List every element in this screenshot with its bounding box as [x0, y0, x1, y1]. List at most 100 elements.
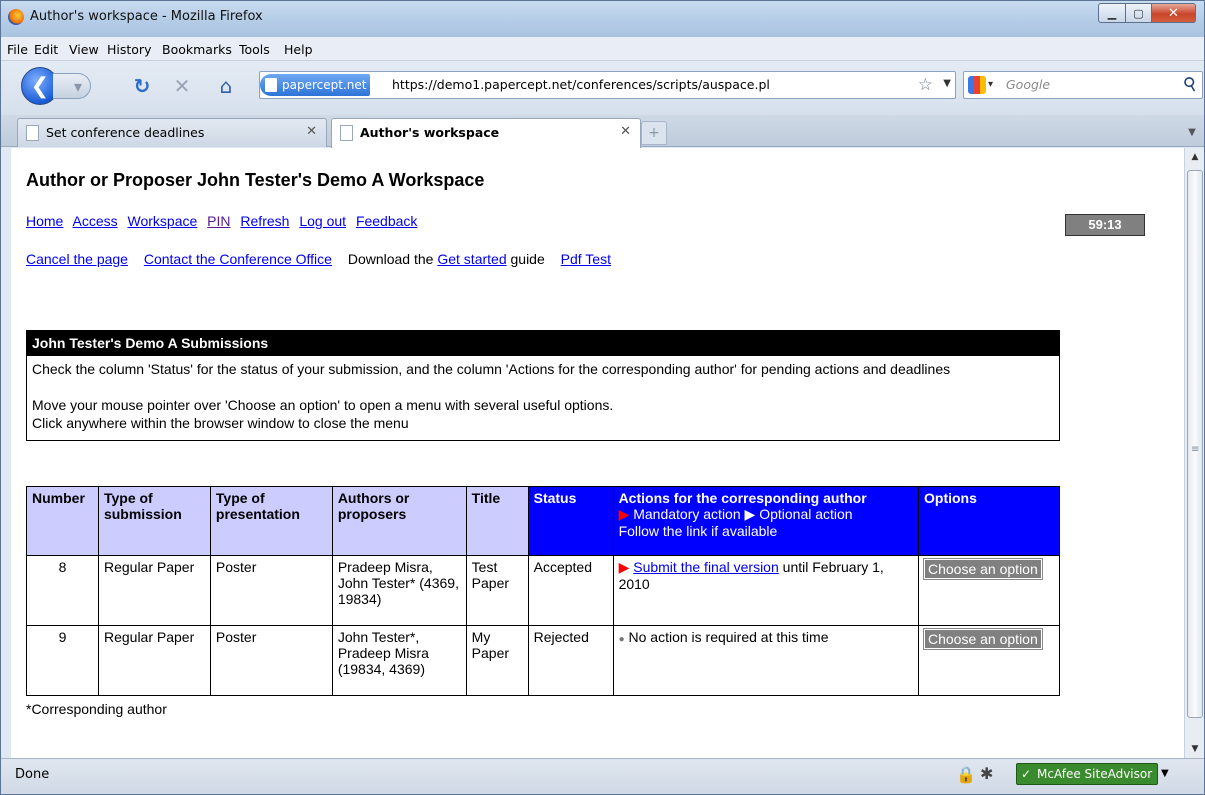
close-button[interactable]: ✕ — [1152, 3, 1196, 23]
menu-help[interactable]: Help — [284, 42, 313, 57]
tab-set-conference-deadlines[interactable]: Set conference deadlines ✕ — [17, 118, 327, 147]
forward-dropdown-icon: ▾ — [73, 76, 82, 96]
cell-authors: John Tester*, Pradeep Misra (19834, 4369… — [331, 625, 467, 696]
tab-list-dropdown-icon[interactable]: ▼ — [1182, 121, 1202, 145]
site-identity-badge[interactable]: papercept.net — [260, 74, 371, 96]
panel-header: John Tester's Demo A Submissions — [27, 331, 1059, 356]
submissions-panel: John Tester's Demo A Submissions Check t… — [26, 330, 1060, 441]
scroll-up-icon[interactable]: ▲ — [1185, 148, 1204, 166]
cell-number: 9 — [26, 625, 99, 696]
search-icon[interactable]: ⚲ — [1179, 72, 1201, 97]
minimize-button[interactable]: ▁ — [1098, 3, 1126, 23]
tab-bar: Set conference deadlines ✕ Author's work… — [1, 115, 1204, 148]
link-logout[interactable]: Log out — [299, 213, 346, 229]
menu-view[interactable]: View — [69, 42, 99, 57]
tab-authors-workspace[interactable]: Author's workspace ✕ — [331, 118, 641, 148]
link-workspace[interactable]: Workspace — [128, 213, 198, 229]
link-contact-office[interactable]: Contact the Conference Office — [144, 251, 332, 267]
new-tab-button[interactable]: + — [641, 121, 667, 145]
cell-authors: Pradeep Misra, John Tester* (4369, 19834… — [331, 555, 467, 626]
col-authors: Authors or proposers — [331, 486, 467, 556]
top-links: Home Access Workspace PIN Refresh Log ou… — [26, 213, 423, 229]
stop-icon[interactable]: ✕ — [171, 74, 193, 98]
instruction-close-menu: Click anywhere within the browser window… — [32, 415, 409, 431]
window-left-edge — [1, 148, 11, 758]
scroll-down-icon[interactable]: ▼ — [1185, 740, 1204, 758]
panel-instructions: Check the column 'Status' for the status… — [27, 356, 1059, 440]
download-prefix: Download the — [347, 251, 434, 267]
cell-number: 8 — [26, 555, 99, 626]
cell-status: Accepted — [527, 555, 614, 626]
col-options: Options — [918, 486, 1060, 556]
table-header-row: Number Type of submission Type of presen… — [26, 486, 1060, 556]
menu-edit[interactable]: Edit — [34, 42, 58, 57]
cell-actions: ● No action is required at this time — [612, 625, 920, 696]
col-status: Status — [527, 486, 614, 556]
maximize-button[interactable]: ▢ — [1126, 3, 1152, 23]
legend-mandatory: Mandatory action — [633, 506, 741, 522]
mcafee-siteadvisor-button[interactable]: McAfee SiteAdvisor — [1016, 763, 1159, 785]
scroll-grip-icon: ≡ — [1191, 444, 1200, 455]
bookmark-star-icon[interactable]: ☆ — [918, 75, 933, 95]
google-icon[interactable] — [968, 76, 986, 94]
link-get-started[interactable]: Get started — [437, 251, 506, 267]
lock-icon[interactable]: 🔒 — [956, 765, 976, 784]
url-bar[interactable]: papercept.net https://demo1.papercept.ne… — [259, 71, 956, 99]
search-engine-dropdown-icon[interactable]: ▾ — [988, 79, 993, 90]
col-number: Number — [26, 486, 99, 556]
guide-suffix: guide — [510, 251, 545, 267]
menu-history[interactable]: History — [107, 42, 151, 57]
reload-icon[interactable]: ↻ — [131, 74, 153, 98]
mandatory-triangle-icon: ▶ — [618, 559, 630, 575]
home-icon[interactable]: ⌂ — [215, 74, 237, 98]
col-type-presentation: Type of presentation — [209, 486, 333, 556]
title-bar: Author's workspace - Mozilla Firefox ▁ ▢… — [1, 1, 1204, 37]
tab-close-icon[interactable]: ✕ — [306, 124, 317, 139]
page-title: Author or Proposer John Tester's Demo A … — [26, 170, 485, 190]
page-content: Author or Proposer John Tester's Demo A … — [11, 148, 1184, 758]
link-cancel-page[interactable]: Cancel the page — [26, 251, 128, 267]
menu-bookmarks[interactable]: Bookmarks — [162, 42, 232, 57]
vertical-scrollbar[interactable]: ▲ ≡ ▼ — [1184, 148, 1204, 758]
link-pdf-test[interactable]: Pdf Test — [561, 251, 611, 267]
choose-option-button[interactable]: Choose an option — [923, 558, 1043, 580]
link-home[interactable]: Home — [26, 213, 63, 229]
menu-tools[interactable]: Tools — [239, 42, 270, 57]
mandatory-triangle-icon: ▶ — [618, 506, 630, 522]
menu-file[interactable]: File — [7, 42, 28, 57]
cell-type-submission: Regular Paper — [97, 555, 211, 626]
col-type-submission: Type of submission — [97, 486, 211, 556]
actions-header-title: Actions for the corresponding author — [618, 490, 867, 506]
mcafee-dropdown-icon[interactable]: ▼ — [1161, 768, 1169, 779]
session-timer: 59:13 — [1065, 214, 1145, 236]
link-pin[interactable]: PIN — [207, 213, 230, 229]
link-submit-final-version[interactable]: Submit the final version — [633, 559, 779, 575]
navigation-toolbar: ❮ ▾ ↻ ✕ ⌂ papercept.net https://demo1.pa… — [1, 61, 1204, 115]
instruction-status: Check the column 'Status' for the status… — [32, 361, 951, 377]
window-title: Author's workspace - Mozilla Firefox — [30, 9, 263, 24]
firefox-icon — [8, 9, 24, 25]
search-placeholder[interactable]: Google — [1006, 77, 1050, 92]
link-feedback[interactable]: Feedback — [356, 213, 417, 229]
optional-triangle-icon: ▶ — [744, 506, 756, 522]
cell-type-presentation: Poster — [209, 555, 333, 626]
bullet-icon: ● — [618, 634, 625, 645]
page-icon — [26, 125, 39, 141]
back-arrow-icon: ❮ — [30, 73, 50, 99]
legend-follow: Follow the link if available — [618, 523, 778, 539]
firebug-icon[interactable]: ✱ — [980, 764, 993, 783]
link-access[interactable]: Access — [72, 213, 117, 229]
url-text[interactable]: https://demo1.papercept.net/conferences/… — [392, 77, 770, 92]
submissions-table: Number Type of submission Type of presen… — [26, 486, 1060, 696]
tab-label: Author's workspace — [360, 125, 500, 140]
choose-option-button[interactable]: Choose an option — [923, 628, 1043, 650]
status-bar: Done 🔒 ✱ McAfee SiteAdvisor ▼ — [1, 758, 1204, 794]
instruction-mouse: Move your mouse pointer over 'Choose an … — [32, 397, 614, 413]
url-dropdown-icon[interactable]: ▼ — [943, 78, 951, 89]
tab-close-icon[interactable]: ✕ — [620, 124, 631, 139]
browser-window: Author's workspace - Mozilla Firefox ▁ ▢… — [0, 0, 1205, 795]
table-row: 8 Regular Paper Poster Pradeep Misra, Jo… — [26, 555, 1060, 626]
search-bar[interactable]: ▾ Google ⚲ — [963, 71, 1203, 99]
link-refresh[interactable]: Refresh — [240, 213, 289, 229]
forward-button[interactable]: ▾ — [53, 73, 91, 99]
